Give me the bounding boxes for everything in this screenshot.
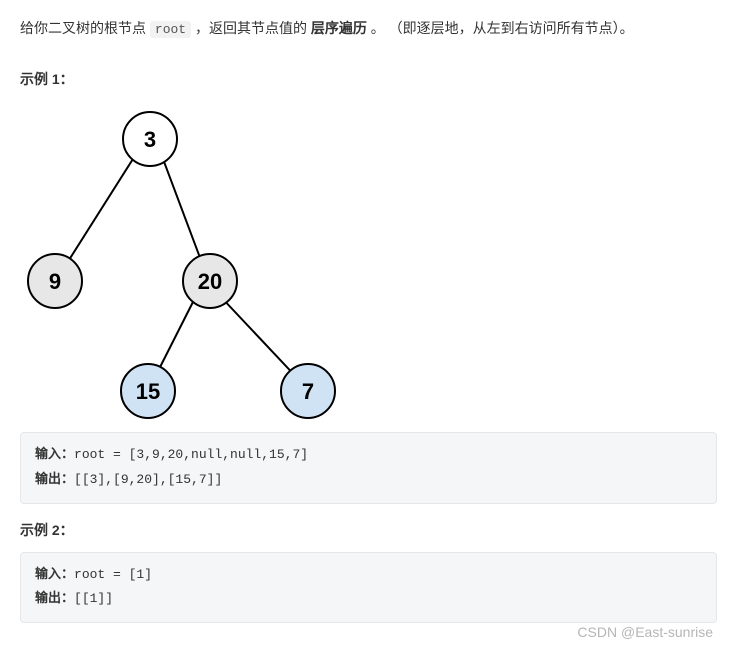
- ex1-output-label: 输出：: [35, 472, 74, 487]
- node-right-label: 20: [198, 269, 222, 294]
- inline-code-root: root: [150, 21, 191, 38]
- tree-diagram: 3 9 20 15 7: [20, 101, 717, 424]
- ex2-input-label: 输入：: [35, 567, 74, 582]
- ex2-output-value: [[1]]: [74, 591, 113, 606]
- example-1-code: 输入：root = [3,9,20,null,null,15,7] 输出：[[3…: [20, 432, 717, 503]
- example-2-code: 输入：root = [1] 输出：[[1]]: [20, 552, 717, 623]
- example-1-heading: 示例 1：: [20, 69, 717, 89]
- ex1-output-value: [[3],[9,20],[15,7]]: [74, 472, 222, 487]
- node-rr-label: 7: [302, 379, 314, 404]
- example-2-heading: 示例 2：: [20, 520, 717, 540]
- ex1-input-label: 输入：: [35, 447, 74, 462]
- tree-svg: 3 9 20 15 7: [20, 101, 350, 421]
- intro-bold: 层序遍历: [311, 20, 367, 36]
- ex2-output-label: 输出：: [35, 591, 74, 606]
- ex1-input-value: root = [3,9,20,null,null,15,7]: [74, 447, 308, 462]
- edge-root-left: [62, 151, 138, 271]
- watermark: CSDN @East-sunrise: [577, 624, 713, 640]
- intro-text-2: ，返回其节点值的: [191, 20, 311, 36]
- problem-description: 给你二叉树的根节点 root ，返回其节点值的 层序遍历 。 （即逐层地，从左到…: [20, 16, 717, 41]
- edge-right-rr: [220, 296, 300, 381]
- node-rl-label: 15: [136, 379, 160, 404]
- ex2-input-value: root = [1]: [74, 567, 152, 582]
- intro-text-3: 。 （即逐层地，从左到右访问所有节点）。: [367, 20, 634, 36]
- intro-text-1: 给你二叉树的根节点: [20, 20, 150, 36]
- edge-root-right: [160, 151, 205, 271]
- node-root-label: 3: [144, 127, 156, 152]
- node-left-label: 9: [49, 269, 61, 294]
